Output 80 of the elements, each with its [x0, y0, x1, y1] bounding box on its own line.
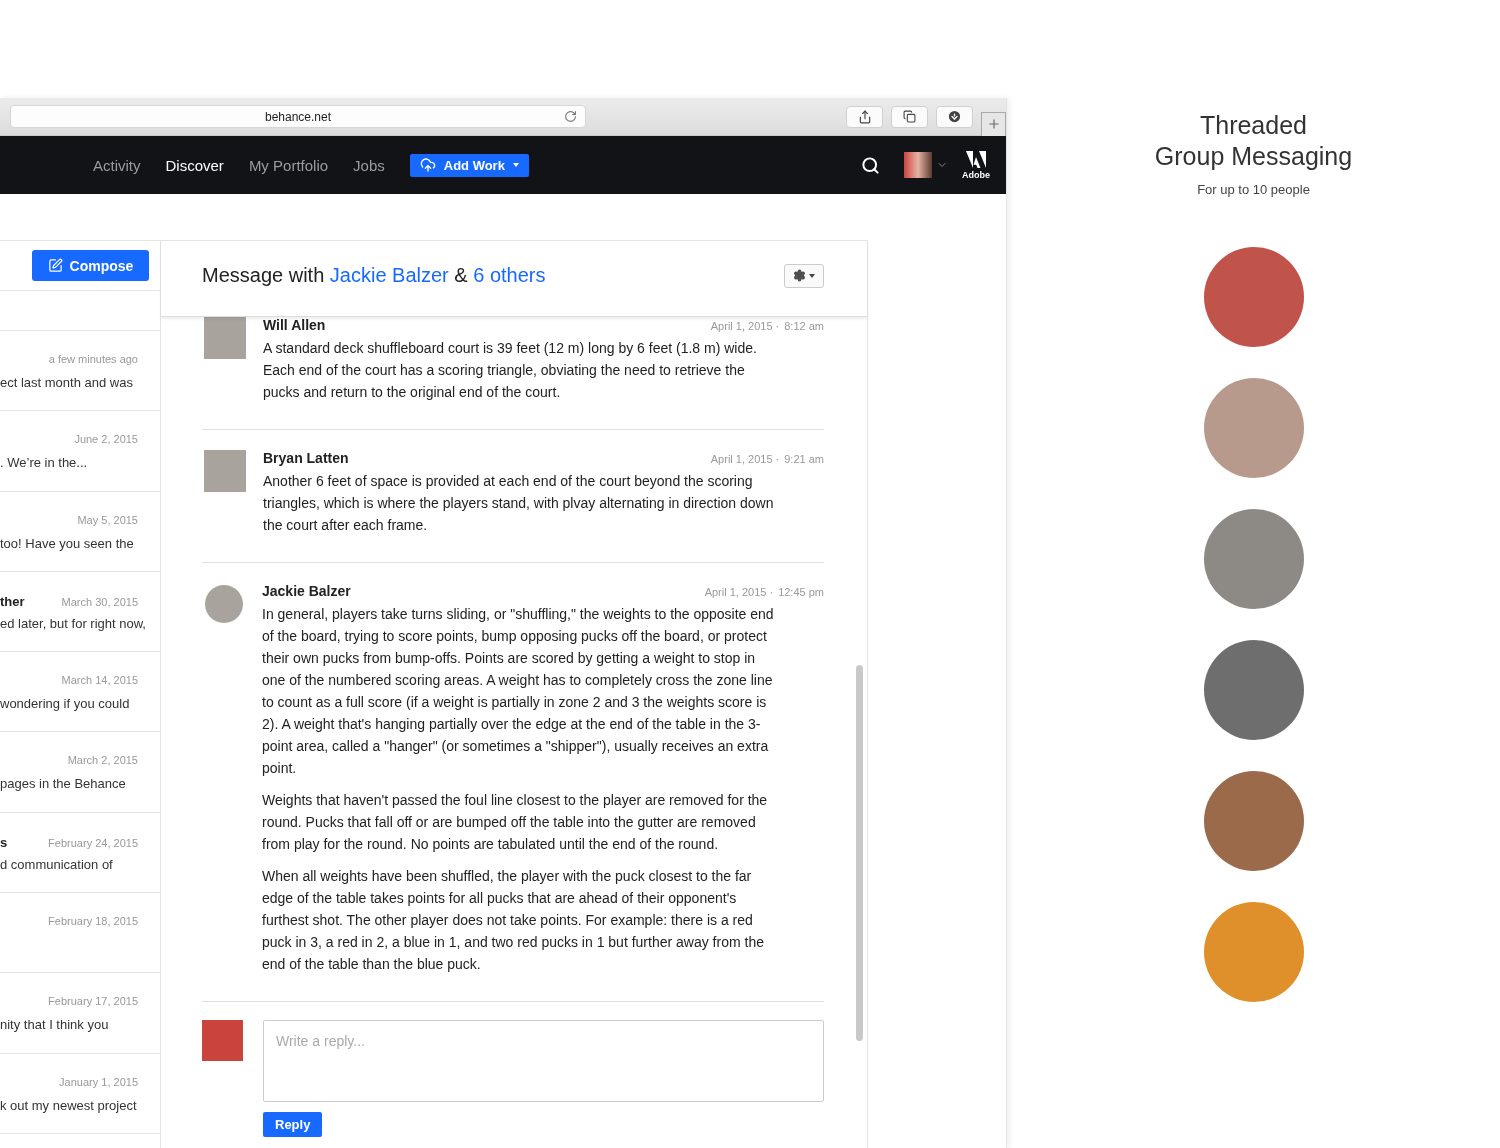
settings-icon	[793, 269, 806, 282]
message-date: June 2, 2015	[74, 433, 138, 446]
conversation-item[interactable]: March 14, 2015 wondering if you could	[0, 652, 160, 733]
message-date: February 17, 2015	[48, 995, 138, 1008]
plus-icon	[986, 117, 1001, 131]
promo-title: Threaded Group Messaging	[1154, 110, 1353, 172]
message-date: January 1, 2015	[59, 1075, 138, 1088]
message-snippet: . We’re in the...	[0, 455, 88, 471]
tabs-button[interactable]	[891, 105, 928, 128]
edit-icon	[47, 258, 63, 273]
conversation-item[interactable]: March 2, 2015 pages in the Behance	[0, 732, 160, 813]
message-snippet: ed later, but for right now,	[0, 615, 146, 631]
conversation-item[interactable]: ther March 30, 2015 ed later, but for right now,	[0, 571, 160, 653]
message-text: Another 6 feet of space is provided at each end of the court beyond the scoring triangles, which is where the players stand, with plvay alternating in direction down the court after each frame.	[263, 472, 775, 535]
message-text: Weights that haven't passed the foul line closest to the player are removed for the round. Pucks that fall off or are bumped off the table into the gutter are removed from play for the round. No points are tabulated until the end of the round.	[262, 791, 769, 854]
conversation-item[interactable]: January 1, 2015 k out my newest project	[0, 1053, 160, 1134]
logo-icon[interactable]	[966, 150, 986, 168]
message-date: April 1, 2015 ·	[710, 453, 780, 465]
message-date: April 1, 2015 ·	[710, 320, 780, 332]
person-link[interactable]: Jackie Balzer	[329, 264, 449, 286]
message-snippet: pages in the Behance	[0, 776, 126, 792]
sender-name: s	[0, 834, 8, 850]
download-icon	[947, 109, 962, 124]
message-date: April 1, 2015 ·	[704, 586, 774, 598]
sender-name: ther	[0, 593, 25, 609]
reload-icon[interactable]	[564, 110, 577, 123]
promo-subtitle: For up to 10 people	[1197, 182, 1310, 197]
author-name: Bryan Latten	[263, 450, 349, 466]
settings-button[interactable]	[784, 263, 824, 288]
message-date: February 18, 2015	[48, 915, 138, 928]
conversation-item[interactable]: May 5, 2015 too! Have you seen the	[0, 491, 160, 572]
message-time: 9:21 am	[784, 453, 824, 465]
message-snippet: nity that I think you	[0, 1017, 109, 1033]
message-time: 12:45 pm	[778, 586, 824, 598]
download-button[interactable]	[936, 105, 973, 128]
message-date: March 30, 2015	[61, 595, 138, 608]
nav-link[interactable]: Discover	[165, 156, 224, 174]
reply-field[interactable]: Write a reply...	[263, 1020, 824, 1102]
message-snippet: d communication of	[0, 856, 113, 872]
nav-link[interactable]: Jobs	[353, 156, 385, 174]
message-text: When all weights have been shuffled, the player with the puck closest to the far edge of the table takes points for all pucks that are ahead of their opponent's furthest shot. The other player does not take points. For example: there is a red puck in 3, a red in 2, a blue in 1, and two red pucks in 1 but further away from the end of the table than the blue puck.	[262, 867, 765, 974]
avatar-photo-placeholder	[204, 317, 246, 359]
compose-button[interactable]: Compose	[32, 250, 149, 281]
others-link[interactable]: 6 others	[473, 264, 546, 286]
author-name: Will Allen	[263, 317, 326, 333]
conversation-item[interactable]: June 2, 2015 . We’re in the...	[0, 411, 160, 492]
message-date: March 14, 2015	[61, 674, 138, 687]
avatar-photo-placeholder	[202, 1020, 243, 1061]
message-date: March 2, 2015	[67, 754, 138, 767]
conversation-item[interactable]: February 17, 2015 nity that I think you	[0, 973, 160, 1054]
address-bar[interactable]: behance.net	[10, 105, 586, 128]
message-time: 8:12 am	[784, 320, 824, 332]
message-date: May 5, 2015	[77, 513, 138, 526]
message-date: a few minutes ago	[48, 353, 138, 365]
share-button[interactable]	[846, 105, 883, 128]
author-name: Jackie Balzer	[262, 583, 351, 599]
message-date: February 24, 2015	[48, 836, 138, 849]
nav-link[interactable]: Activity	[93, 156, 141, 174]
avatar-photo-placeholder	[204, 450, 246, 492]
add-work-button[interactable]: Add Work	[409, 153, 529, 177]
logo-label: Adobe	[962, 169, 990, 180]
user-avatar[interactable]	[904, 152, 932, 178]
thread-title: Message with Jackie Balzer & 6 others	[202, 264, 546, 287]
message-text: A standard deck shuffleboard court is 39 feet (12 m) long by 6 feet (1.8 m) wide. Each end of the court has a scoring triangle, obviating the need to retrieve the pucks and return to the original end of the court.	[263, 339, 758, 402]
conversation-item[interactable]: a few minutes ago ect last month and was	[0, 331, 160, 412]
tabs-icon	[903, 110, 916, 123]
message-snippet: too! Have you seen the	[0, 535, 134, 551]
nav-link[interactable]: My Portfolio	[248, 156, 329, 174]
reply-button[interactable]: Reply	[263, 1112, 323, 1137]
message-text: In general, players take turns sliding, or "shuffling," the weights to the opposite end of the board, trying to score points, bump opposing pucks off the board, or protect their own pucks from bump-offs. Points are scored by getting a weight to stop in one of the numbered scoring areas. A weight has to completely cross the zone line to count as a full score (if a weight is partially in zone 2 and 3 the weights score is 2). A weight that's hanging partially over the edge at the end of the table in the 3-point area, called a "hanger" (or sometimes a "shipper"), usually receives an extra point.	[262, 605, 775, 778]
conversation-item[interactable]: s February 24, 2015 d communication of	[0, 812, 160, 894]
message-snippet: wondering if you could	[0, 696, 130, 712]
avatar-photo-placeholder	[205, 585, 243, 623]
scrollbar-thumb[interactable]	[856, 665, 863, 1041]
message-snippet: k out my newest project	[0, 1097, 137, 1113]
search-icon[interactable]	[861, 155, 880, 175]
cloud-upload-icon	[419, 157, 436, 173]
share-icon	[857, 109, 872, 124]
message-snippet: ect last month and was	[0, 375, 133, 390]
url-text: behance.net	[264, 109, 332, 124]
